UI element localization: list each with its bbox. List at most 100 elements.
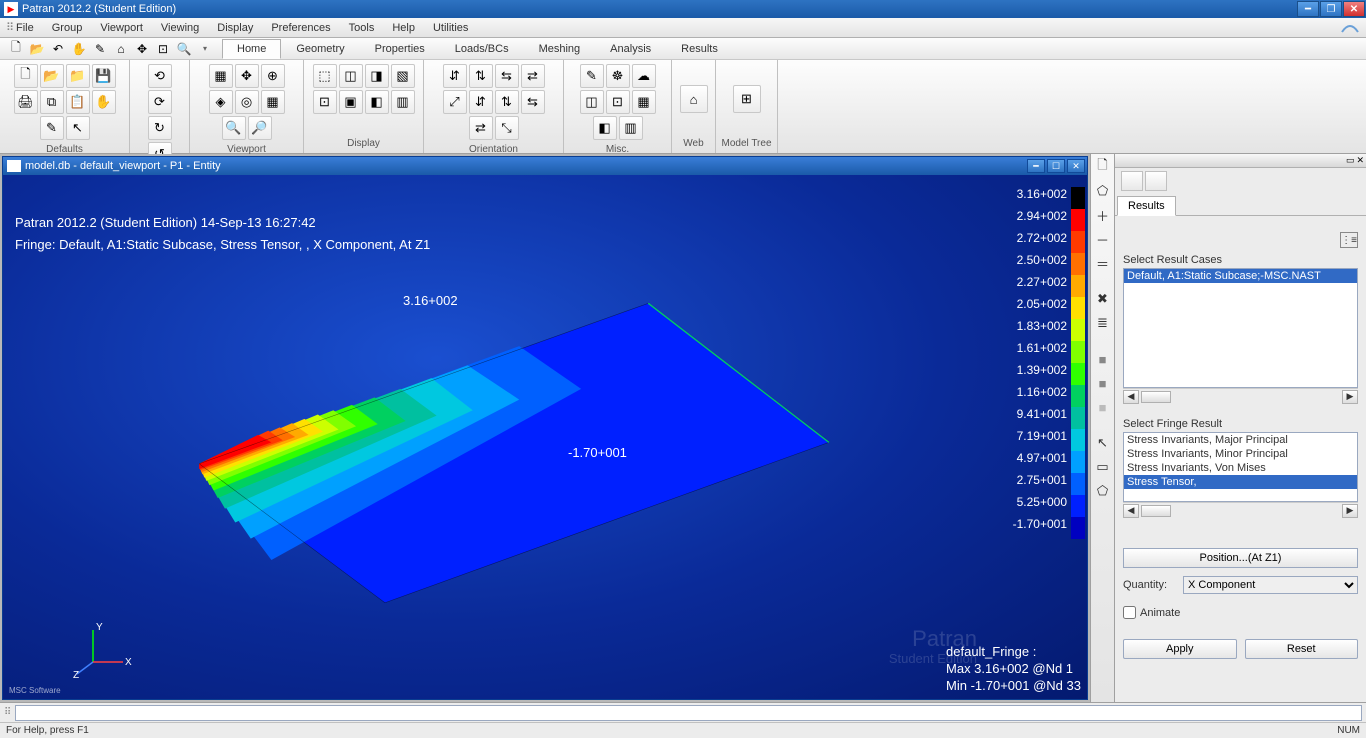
tree-icon[interactable]: ⌂ [111,40,131,58]
vp8-icon[interactable]: 🔎 [248,116,272,140]
or3-icon[interactable]: ⇆ [495,64,519,88]
find-icon[interactable]: ⊡ [153,40,173,58]
menu-preferences[interactable]: Preferences [271,22,330,34]
vp3-icon[interactable]: ⊕ [261,64,285,88]
disp3-icon[interactable]: ◨ [365,64,389,88]
reset-button[interactable]: Reset [1245,639,1359,659]
disp1-icon[interactable]: ⬚ [313,64,337,88]
ribbon-tab-properties[interactable]: Properties [360,39,440,59]
save-icon[interactable]: 💾 [92,64,116,88]
panel-tab-results[interactable]: Results [1117,196,1176,216]
search-icon[interactable]: 🔍 [174,40,194,58]
scroll-thumb[interactable] [1141,505,1171,517]
viewport-canvas[interactable]: 3.16+002 -1.70+001 Patran 2012.2 (Studen… [3,175,1087,699]
new-icon[interactable]: 🗋 [6,40,26,58]
or2-icon[interactable]: ⇅ [469,64,493,88]
vp-close-button[interactable]: ✕ [1067,159,1085,173]
ribbon-tab-meshing[interactable]: Meshing [524,39,596,59]
open-db-icon[interactable]: 📂 [40,64,64,88]
vp-maximize-button[interactable]: ☐ [1047,159,1065,173]
or4-icon[interactable]: ⇄ [521,64,545,88]
menu-tools[interactable]: Tools [349,22,375,34]
vp7-icon[interactable]: 🔍 [222,116,246,140]
or5-icon[interactable]: ⤢ [443,90,467,114]
disp7-icon[interactable]: ◧ [365,90,389,114]
undo-icon[interactable]: ↶ [48,40,68,58]
disp6-icon[interactable]: ▣ [339,90,363,114]
disp4-icon[interactable]: ▧ [391,64,415,88]
pencil2-icon[interactable]: ✎ [40,116,64,140]
vp2-icon[interactable]: ✥ [235,64,259,88]
st-filter-icon[interactable]: ≣ [1094,314,1112,332]
vp5-icon[interactable]: ◎ [235,90,259,114]
vp1-icon[interactable]: ▦ [209,64,233,88]
vp6-icon[interactable]: ▦ [261,90,285,114]
misc4-icon[interactable]: ◫ [580,90,604,114]
dropdown-icon[interactable]: ▾ [195,40,215,58]
menu-group[interactable]: Group [52,22,83,34]
result-cases-list[interactable]: Default, A1:Static Subcase;-MSC.NAST [1123,268,1358,388]
pencil-icon[interactable]: ✎ [90,40,110,58]
list-item[interactable]: Stress Tensor, [1124,475,1357,489]
close-db-icon[interactable]: 📁 [66,64,90,88]
restore-button[interactable]: ❐ [1320,1,1342,17]
misc6-icon[interactable]: ▦ [632,90,656,114]
st-page-icon[interactable]: 🗋 [1094,158,1112,176]
disp8-icon[interactable]: ▥ [391,90,415,114]
st-shape-icon[interactable]: ⬠ [1094,182,1112,200]
st-equal-icon[interactable]: ＝ [1094,254,1112,272]
st-cross-icon[interactable]: ✖ [1094,290,1112,308]
st-minus-icon[interactable]: － [1094,230,1112,248]
ribbon-tab-analysis[interactable]: Analysis [595,39,666,59]
menu-viewport[interactable]: Viewport [100,22,143,34]
ribbon-tab-home[interactable]: Home [222,39,281,59]
cases-scrollbar[interactable]: ◀ ▶ [1123,388,1358,404]
print-icon[interactable]: 🖨 [14,90,38,114]
apply-button[interactable]: Apply [1123,639,1237,659]
or10-icon[interactable]: ⤡ [495,116,519,140]
menu-viewing[interactable]: Viewing [161,22,199,34]
st-box1-icon[interactable]: ■ [1094,350,1112,368]
list-item[interactable]: Stress Invariants, Minor Principal [1124,447,1357,461]
scroll-left-icon[interactable]: ◀ [1123,504,1139,518]
position-button[interactable]: Position...(At Z1) [1123,548,1358,568]
misc2-icon[interactable]: ☸ [606,64,630,88]
or1-icon[interactable]: ⇵ [443,64,467,88]
paste-icon[interactable]: 📋 [66,90,90,114]
st-box2-icon[interactable]: ■ [1094,374,1112,392]
rotate1-icon[interactable]: ⟲ [148,64,172,88]
st-box3-icon[interactable]: ■ [1094,398,1112,416]
panel-restore-icon[interactable]: ▭ [1346,155,1355,166]
fringe-result-list[interactable]: Stress Invariants, Major PrincipalStress… [1123,432,1358,502]
scroll-left-icon[interactable]: ◀ [1123,390,1139,404]
scroll-thumb[interactable] [1141,391,1171,403]
list-item[interactable]: Default, A1:Static Subcase;-MSC.NAST [1124,269,1357,283]
disp5-icon[interactable]: ⊡ [313,90,337,114]
command-input[interactable] [15,705,1362,721]
misc7-icon[interactable]: ◧ [593,116,617,140]
misc1-icon[interactable]: ✎ [580,64,604,88]
panel-tool2[interactable] [1145,171,1167,191]
rotate3-icon[interactable]: ↻ [148,116,172,140]
close-button[interactable]: ✕ [1343,1,1365,17]
quantity-select[interactable]: X Component [1183,576,1358,594]
home-icon[interactable]: ⌂ [680,85,708,113]
panel-close-icon[interactable]: ✕ [1356,155,1364,166]
hand-icon[interactable]: ✋ [69,40,89,58]
or9-icon[interactable]: ⇄ [469,116,493,140]
st-poly-icon[interactable]: ⬠ [1094,482,1112,500]
ribbon-tab-geometry[interactable]: Geometry [281,39,359,59]
new-db-icon[interactable]: 🗋 [14,64,38,88]
panel-tool1[interactable] [1121,171,1143,191]
misc5-icon[interactable]: ⊡ [606,90,630,114]
menu-file[interactable]: File [16,22,34,34]
or8-icon[interactable]: ⇆ [521,90,545,114]
vp-minimize-button[interactable]: ━ [1027,159,1045,173]
or6-icon[interactable]: ⇵ [469,90,493,114]
st-plus-icon[interactable]: ＋ [1094,206,1112,224]
ribbon-tab-loadsbcs[interactable]: Loads/BCs [440,39,524,59]
cursor-icon[interactable]: ↖ [66,116,90,140]
misc3-icon[interactable]: ☁ [632,64,656,88]
vp4-icon[interactable]: ◈ [209,90,233,114]
fringe-scrollbar[interactable]: ◀ ▶ [1123,502,1358,518]
